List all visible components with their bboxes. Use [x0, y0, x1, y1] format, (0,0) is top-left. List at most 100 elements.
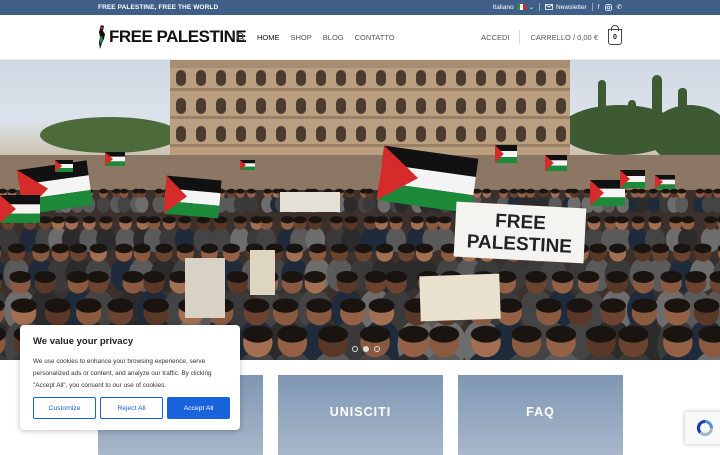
crowd-body [675, 196, 689, 213]
instagram-icon[interactable] [604, 3, 612, 11]
top-bar: FREE PALESTINE, FREE THE WORLD Italiano … [0, 0, 720, 15]
crowd-hair [226, 188, 236, 194]
crowd-hair [44, 298, 71, 313]
crowd-hair [75, 298, 102, 313]
crowd-hair [410, 216, 424, 224]
crowd-hair [681, 216, 695, 224]
slider-dot[interactable] [374, 346, 380, 352]
search-icon[interactable] [236, 32, 246, 42]
recaptcha-badge[interactable] [685, 412, 720, 444]
nav-home[interactable]: HOME [257, 33, 280, 42]
palestine-flag [655, 175, 675, 189]
arch [516, 126, 526, 142]
crowd-hair [577, 271, 600, 283]
crowd-hair [34, 271, 56, 283]
crowd-hair [363, 216, 377, 224]
crowd-hair [330, 243, 349, 254]
arch [476, 98, 486, 114]
slider-dot-active[interactable] [363, 346, 369, 352]
arch [276, 126, 286, 142]
crowd-hair [517, 188, 527, 194]
crowd-body [244, 196, 258, 213]
crowd-body [96, 196, 110, 213]
crowd-hair [566, 298, 593, 313]
crowd-hair [651, 243, 669, 254]
crowd-hair [143, 271, 165, 283]
newsletter-link[interactable]: Newsletter [545, 4, 587, 11]
arch [236, 126, 246, 142]
crowd-hair [535, 298, 562, 313]
palestine-flag [163, 175, 222, 219]
arch [356, 126, 366, 142]
crowd-hair [364, 188, 374, 194]
crowd-hair [499, 188, 508, 194]
crowd-hair [281, 271, 304, 283]
crowd-hair [99, 216, 113, 224]
crowd-hair [65, 216, 79, 224]
nav-blog[interactable]: BLOG [323, 33, 344, 42]
crowd-hair [293, 216, 307, 224]
slider-dot[interactable] [352, 346, 358, 352]
crowd-hair [87, 271, 109, 283]
arch [376, 70, 386, 86]
arch [456, 98, 466, 114]
crowd-hair [550, 188, 560, 194]
crowd-hair [119, 216, 133, 224]
crowd-hair [115, 243, 133, 254]
crowd-hair [438, 216, 452, 224]
crowd-hair [585, 325, 617, 343]
arch [256, 70, 266, 86]
cart-link[interactable]: CARRELLO / 0,00 € [530, 33, 598, 42]
site-logo[interactable]: FREE PALESTINE [98, 25, 247, 49]
crowd-hair [304, 271, 326, 283]
crowd-hair [306, 298, 333, 313]
customize-button[interactable]: Customize [33, 397, 96, 419]
crowd-body [117, 196, 131, 213]
logo-text: FREE PALESTINE [109, 27, 247, 46]
crowd-hair [309, 243, 327, 254]
crowd-hair [107, 298, 134, 313]
crowd-hair [336, 271, 358, 283]
crowd-hair [375, 243, 394, 254]
accept-all-button[interactable]: Accept All [167, 397, 230, 419]
crowd-hair [599, 298, 626, 313]
login-link[interactable]: ACCEDI [481, 33, 509, 42]
arch [336, 98, 346, 114]
palestine-flag [55, 160, 73, 172]
crowd-hair [259, 216, 273, 224]
cookie-buttons: Customize Reject All Accept All [33, 397, 230, 419]
phone-icon[interactable]: ✆ [617, 3, 622, 11]
tile-faq[interactable]: FAQ [458, 375, 623, 455]
crowd-hair [7, 188, 17, 194]
arch [376, 126, 386, 142]
tile-join[interactable]: UNISCITI [278, 375, 443, 455]
language-selector[interactable]: Italiano ⌄ [493, 3, 534, 12]
crowd-hair [119, 188, 129, 194]
palestine-flag [545, 155, 567, 171]
cart-bag-icon[interactable]: 0 [608, 25, 622, 45]
envelope-icon [545, 4, 553, 10]
divider [591, 3, 593, 11]
newsletter-label: Newsletter [556, 3, 587, 11]
free-palestine-banner: FREE PALESTINE [453, 201, 587, 264]
crowd-hair [38, 216, 52, 224]
facebook-icon[interactable]: f [598, 4, 600, 11]
crowd-hair [242, 325, 273, 343]
nav-contact[interactable]: CONTATTO [355, 33, 395, 42]
cookie-consent-dialog: We value your privacy We use cookies to … [20, 325, 240, 430]
hero-slider[interactable]: FREE PALESTINE [0, 60, 720, 360]
crowd-hair [277, 325, 308, 343]
crowd-hair [133, 243, 151, 254]
arch [176, 70, 186, 86]
reject-all-button[interactable]: Reject All [100, 397, 163, 419]
crowd-hair [398, 325, 429, 343]
crowd-hair [637, 188, 646, 194]
arch [396, 98, 406, 114]
crowd-hair [137, 188, 147, 194]
crowd-hair [359, 325, 391, 343]
arch [436, 126, 446, 142]
arch [416, 126, 426, 142]
nav-shop[interactable]: SHOP [291, 33, 312, 42]
arch [196, 126, 206, 142]
crowd-hair [695, 188, 705, 194]
